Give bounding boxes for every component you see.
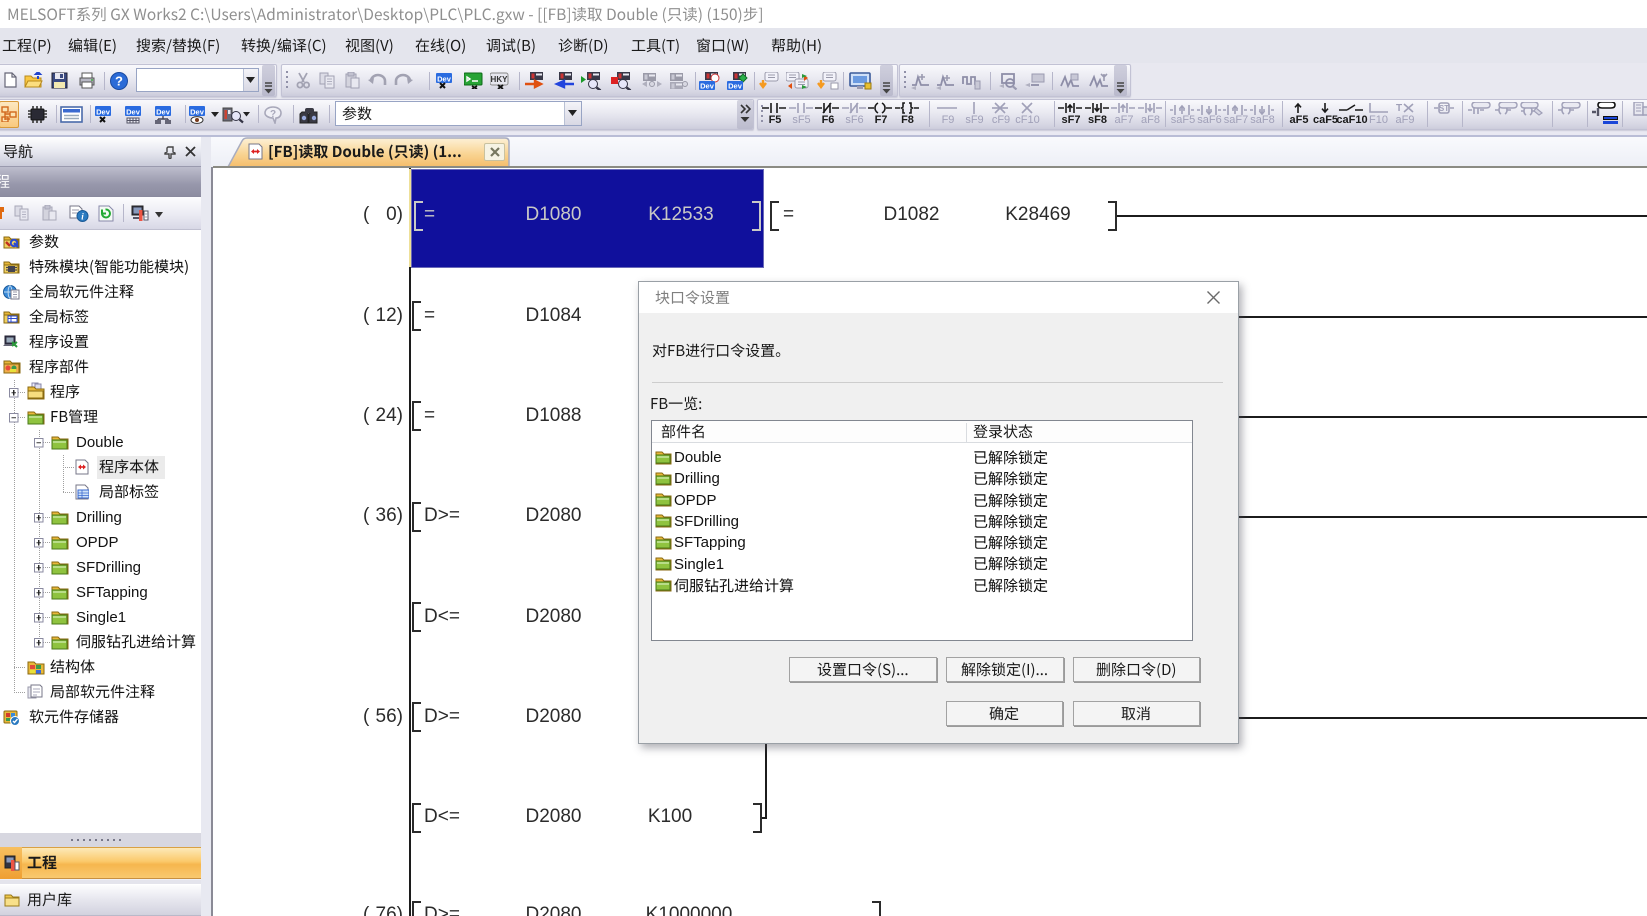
svg-text:Dev: Dev [700,81,715,90]
svg-text:HKY: HKY [491,75,509,84]
svg-text:Dev: Dev [156,107,171,116]
svg-text:Dev: Dev [728,81,743,90]
svg-text:?: ? [270,109,276,120]
svg-text:ST: ST [1439,104,1449,113]
svg-text:Dev: Dev [96,107,111,116]
svg-text:?: ? [115,74,123,89]
svg-text:Dev: Dev [190,107,205,116]
svg-text:Dev: Dev [126,107,141,116]
svg-text:Dev: Dev [437,74,452,83]
